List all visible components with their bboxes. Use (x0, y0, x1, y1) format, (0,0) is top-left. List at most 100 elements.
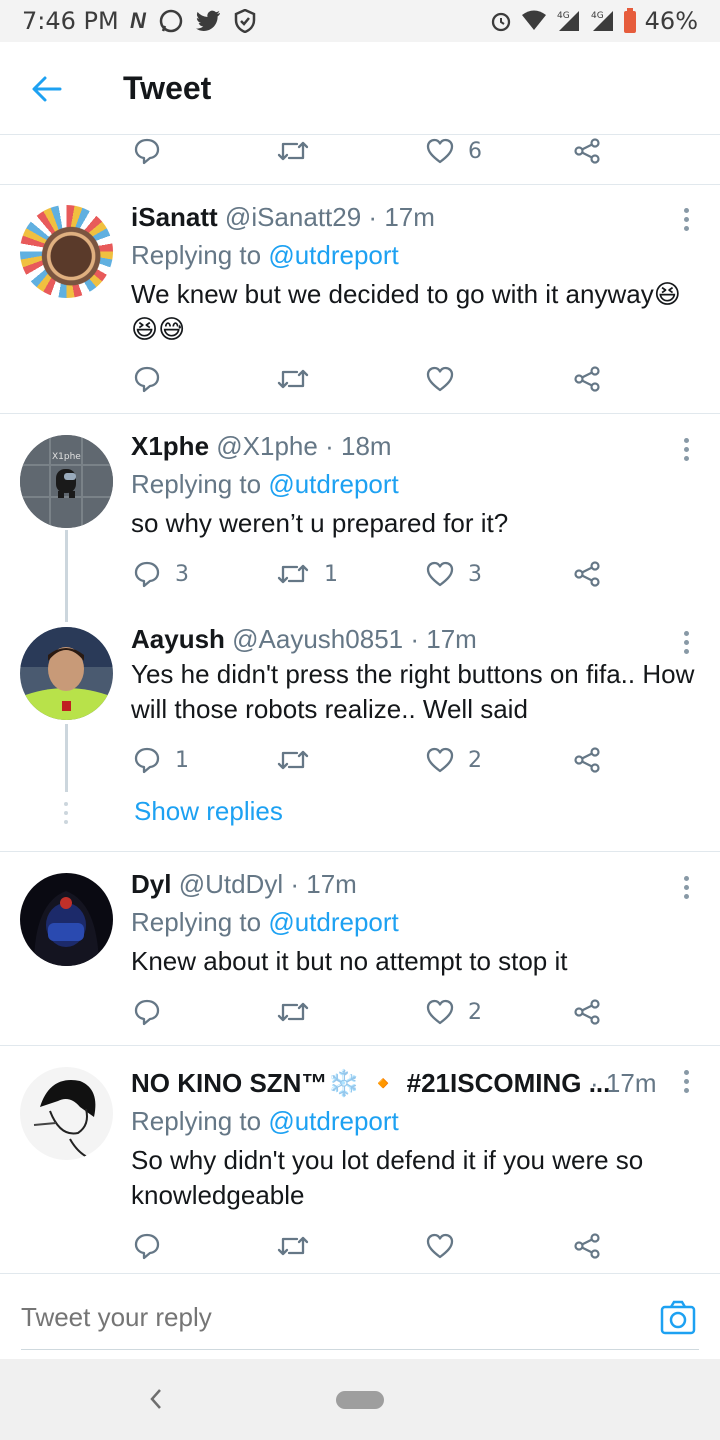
replying-label: Replying to (131, 469, 262, 499)
more-options-icon[interactable] (680, 629, 692, 659)
n-icon: N (130, 8, 146, 33)
display-name[interactable]: NO KINO SZN™❄️ 🔸 #21ISCOMING ... (131, 1068, 610, 1098)
tweet-header: Dyl @UtdDyl · 17m (131, 869, 357, 900)
divider (0, 1045, 720, 1046)
like-count: 2 (468, 747, 482, 773)
reply-button[interactable]: 3 (133, 554, 189, 594)
nav-back-icon[interactable] (146, 1385, 166, 1413)
reply-button[interactable]: 1 (133, 740, 189, 780)
back-arrow-icon[interactable] (30, 72, 64, 106)
reply-icon (134, 1233, 160, 1260)
like-count: 3 (468, 561, 482, 587)
display-name[interactable]: Dyl (131, 869, 171, 899)
retweet-button[interactable]: 1 (276, 554, 338, 594)
tweet-time-group: · 17m (590, 1068, 656, 1099)
avatar[interactable] (20, 873, 113, 966)
alarm-icon (491, 12, 510, 32)
heart-icon (426, 138, 454, 164)
mention-link[interactable]: @utdreport (268, 240, 398, 270)
share-button[interactable] (573, 740, 601, 780)
app-header: Tweet (0, 42, 720, 135)
like-count: 6 (468, 138, 482, 164)
retweet-button[interactable] (276, 359, 310, 399)
svg-text:4G: 4G (591, 11, 604, 21)
tweet-actions: 1 2 (0, 740, 720, 780)
display-name[interactable]: iSanatt (131, 202, 218, 232)
handle[interactable]: @UtdDyl (179, 869, 283, 899)
tweet-header: X1phe @X1phe · 18m (131, 431, 392, 462)
reply-icon (134, 366, 160, 393)
svg-text:4G: 4G (557, 11, 570, 21)
share-icon (574, 1233, 600, 1259)
reply-icon (134, 999, 160, 1026)
like-button[interactable] (426, 1226, 454, 1266)
like-button[interactable] (426, 359, 454, 399)
share-button[interactable] (573, 554, 601, 594)
avatar[interactable] (20, 1067, 113, 1160)
display-name[interactable]: X1phe (131, 431, 209, 461)
system-nav-bar (0, 1359, 720, 1440)
mention-link[interactable]: @utdreport (268, 469, 398, 499)
tweet-header: iSanatt @iSanatt29 · 17m (131, 202, 435, 233)
handle[interactable]: @X1phe (216, 431, 318, 461)
share-button[interactable] (573, 992, 601, 1032)
share-icon (574, 561, 600, 587)
reply-icon (134, 747, 160, 774)
reply-button[interactable] (133, 359, 161, 399)
shield-icon (234, 9, 256, 33)
replying-to: Replying to @utdreport (131, 469, 399, 500)
reply-button[interactable] (133, 131, 161, 171)
avatar-label: X1phe (52, 452, 81, 462)
like-button[interactable]: 3 (426, 554, 482, 594)
share-button[interactable] (573, 1226, 601, 1266)
reply-composer (0, 1273, 720, 1359)
replying-to: Replying to @utdreport (131, 1106, 399, 1137)
reply-count: 3 (175, 561, 189, 587)
page-title: Tweet (123, 70, 212, 106)
like-button[interactable]: 2 (426, 740, 482, 780)
divider (0, 413, 720, 414)
more-options-icon[interactable] (680, 206, 692, 236)
mention-link[interactable]: @utdreport (268, 907, 398, 937)
handle[interactable]: @iSanatt29 (225, 202, 361, 232)
like-button[interactable]: 2 (426, 992, 482, 1032)
reply-input[interactable] (21, 1302, 621, 1333)
show-replies-link[interactable]: Show replies (134, 796, 283, 827)
replying-label: Replying to (131, 1106, 262, 1136)
replying-label: Replying to (131, 907, 262, 937)
input-underline (21, 1349, 699, 1350)
avatar[interactable]: X1phe (20, 435, 113, 528)
retweet-button[interactable] (276, 740, 310, 780)
heart-icon (426, 366, 454, 392)
separator-dot: · (410, 624, 420, 654)
retweet-button[interactable] (276, 1226, 310, 1266)
retweet-button[interactable] (276, 131, 310, 171)
heart-icon (426, 561, 454, 587)
handle[interactable]: @Aayush0851 (232, 624, 403, 654)
retweet-icon (277, 564, 309, 584)
tweet-header: Aayush @Aayush0851 · 17m (131, 624, 477, 655)
camera-icon[interactable] (660, 1300, 696, 1336)
retweet-icon (277, 750, 309, 770)
mention-link[interactable]: @utdreport (268, 1106, 398, 1136)
timestamp: 17m (306, 869, 357, 899)
like-count: 2 (468, 999, 482, 1025)
status-bar: 7:46 PM N 4G 4G 46% (0, 0, 720, 42)
display-name[interactable]: Aayush (131, 624, 225, 654)
avatar[interactable] (20, 205, 113, 298)
signal-icon: 4G (591, 11, 613, 31)
more-options-icon[interactable] (680, 436, 692, 466)
more-options-icon[interactable] (680, 1068, 692, 1098)
share-button[interactable] (573, 359, 601, 399)
battery-icon (623, 8, 636, 33)
separator-dot: · (325, 431, 334, 461)
retweet-button[interactable] (276, 992, 310, 1032)
avatar[interactable] (20, 627, 113, 720)
reply-button[interactable] (133, 1226, 161, 1266)
heart-icon (426, 747, 454, 773)
like-button[interactable]: 6 (426, 131, 482, 171)
nav-home-pill[interactable] (336, 1391, 384, 1409)
reply-button[interactable] (133, 992, 161, 1032)
share-button[interactable] (573, 131, 601, 171)
more-options-icon[interactable] (680, 874, 692, 904)
